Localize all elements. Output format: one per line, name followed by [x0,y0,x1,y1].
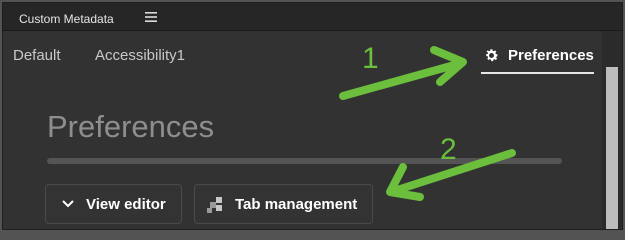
page-title: Preferences [47,109,215,144]
panel-titlebar: Custom Metadata [3,3,622,31]
tab-preferences[interactable]: Preferences [508,47,594,64]
tab-management-button[interactable]: Tab management [194,184,373,224]
annotation-step-2: 2 [440,133,457,166]
panel-title: Custom Metadata [19,12,114,26]
active-tab-underline [481,72,594,74]
tab-default[interactable]: Default [13,47,61,64]
scrollbar-thumb[interactable] [606,67,618,229]
custom-metadata-panel: Custom Metadata Default Accessibility1 P… [2,2,623,230]
view-editor-button[interactable]: View editor [45,184,182,224]
heading-divider [47,158,562,164]
tab-management-icon [207,197,222,213]
chevron-down-icon [62,200,74,208]
tab-management-label: Tab management [235,196,358,213]
annotation-step-1: 1 [362,42,379,75]
view-editor-label: View editor [86,196,166,213]
hamburger-menu-icon[interactable] [145,12,157,22]
tab-accessibility1[interactable]: Accessibility1 [95,47,185,64]
gear-icon [486,49,499,62]
scrollbar-track[interactable] [602,31,622,229]
